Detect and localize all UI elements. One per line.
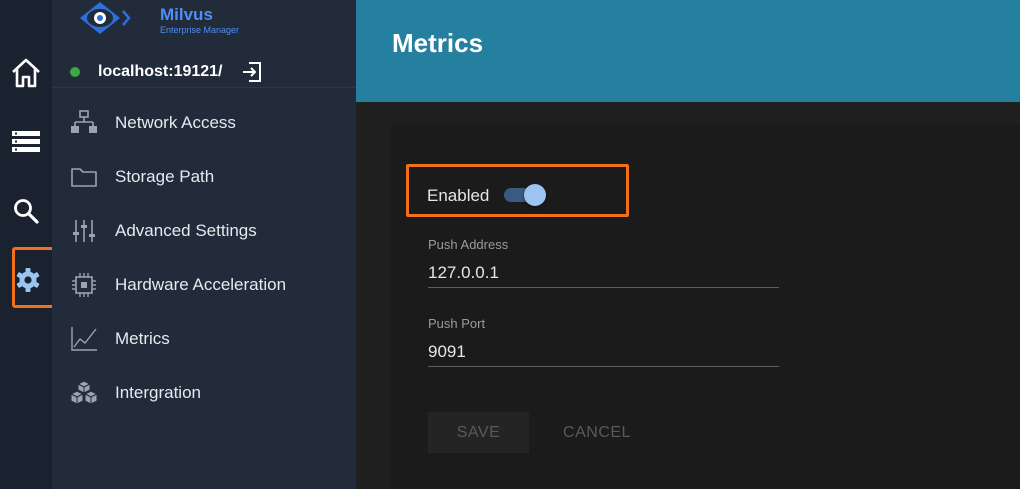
page-title: Metrics — [392, 28, 484, 58]
toggle-thumb — [524, 184, 546, 206]
sliders-icon — [70, 217, 98, 245]
sidebar-item-intergration[interactable]: Intergration — [52, 373, 356, 413]
connection-row: localhost:19121/ — [70, 58, 263, 86]
push-address-label: Push Address — [428, 237, 509, 252]
sidebar-item-advanced-settings[interactable]: Advanced Settings — [52, 211, 356, 251]
sidebar-item-hardware-acceleration[interactable]: Hardware Acceleration — [52, 265, 356, 305]
home-button[interactable] — [0, 53, 52, 93]
logo-subtitle: Enterprise Manager — [160, 25, 240, 35]
sidebar-item-label: Intergration — [115, 383, 201, 402]
cancel-button[interactable]: CANCEL — [545, 412, 649, 453]
disconnect-button[interactable] — [241, 61, 263, 83]
push-port-input[interactable] — [428, 337, 779, 367]
page-header: Metrics — [356, 0, 1020, 102]
cubes-icon — [70, 379, 98, 407]
list-icon — [12, 131, 40, 152]
milvus-logo-icon — [80, 2, 131, 34]
sidebar-item-metrics[interactable]: Metrics — [52, 319, 356, 359]
enabled-label: Enabled — [427, 186, 490, 205]
enabled-toggle[interactable] — [504, 184, 546, 206]
sidebar-divider — [52, 87, 356, 88]
sidebar-item-storage-path[interactable]: Storage Path — [52, 157, 356, 197]
logout-icon — [242, 62, 261, 82]
sidebar-item-label: Hardware Acceleration — [115, 275, 287, 294]
network-icon — [70, 109, 98, 137]
sidebar-item-label: Metrics — [115, 329, 170, 348]
sidebar-item-label: Storage Path — [115, 167, 215, 186]
search-icon — [14, 199, 39, 224]
list-button[interactable] — [0, 121, 52, 161]
push-address-input[interactable] — [428, 258, 779, 288]
sidebar-item-label: Network Access — [115, 113, 236, 132]
chip-icon — [70, 271, 98, 299]
home-icon — [12, 58, 40, 88]
search-button[interactable] — [0, 191, 52, 231]
logo-name: Milvus — [160, 5, 213, 24]
sidebar: Milvus Enterprise Manager localhost:1912… — [52, 0, 356, 489]
sidebar-item-label: Advanced Settings — [115, 221, 257, 240]
push-port-label: Push Port — [428, 316, 486, 331]
save-button[interactable]: SAVE — [428, 412, 529, 453]
folder-icon — [70, 163, 98, 191]
chart-icon — [70, 325, 98, 353]
connection-status-dot — [70, 67, 80, 77]
icon-rail — [0, 0, 60, 489]
sidebar-item-network-access[interactable]: Network Access — [52, 103, 356, 143]
logo: Milvus Enterprise Manager — [70, 0, 239, 42]
connection-host: localhost:19121/ — [98, 63, 223, 80]
